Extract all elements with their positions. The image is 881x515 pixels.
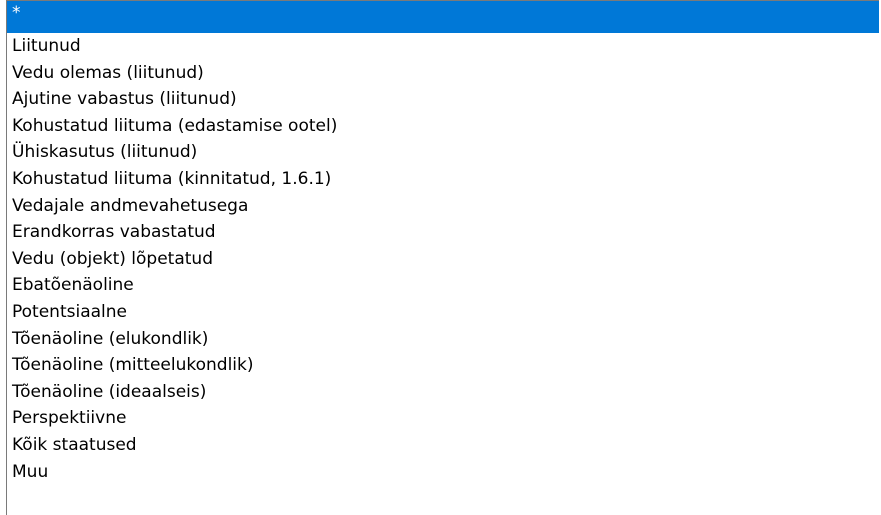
dropdown-option[interactable]: Kohustatud liituma (kinnitatud, 1.6.1) bbox=[7, 166, 879, 193]
dropdown-option[interactable]: Tõenäoline (ideaalseis) bbox=[7, 379, 879, 406]
dropdown-option[interactable]: Ebatõenäoline bbox=[7, 272, 879, 299]
dropdown-option[interactable]: Ajutine vabastus (liitunud) bbox=[7, 86, 879, 113]
dropdown-option[interactable]: Liitunud bbox=[7, 33, 879, 60]
dropdown-option[interactable]: Vedu (objekt) lõpetatud bbox=[7, 246, 879, 273]
dropdown-option[interactable]: Erandkorras vabastatud bbox=[7, 219, 879, 246]
dropdown-option[interactable]: Vedu olemas (liitunud) bbox=[7, 60, 879, 87]
dropdown-option[interactable]: Muu bbox=[7, 459, 879, 486]
dropdown-option[interactable]: Tõenäoline (mitteelukondlik) bbox=[7, 352, 879, 379]
dropdown-option[interactable]: Kõik staatused bbox=[7, 432, 879, 459]
dropdown-option-all[interactable]: * bbox=[7, 1, 879, 33]
dropdown-option[interactable]: Tõenäoline (elukondlik) bbox=[7, 326, 879, 353]
dropdown-option[interactable]: Ühiskasutus (liitunud) bbox=[7, 139, 879, 166]
dropdown-option[interactable]: Potentsiaalne bbox=[7, 299, 879, 326]
dropdown-option[interactable]: Kohustatud liituma (edastamise ootel) bbox=[7, 113, 879, 140]
dropdown-option[interactable]: Perspektiivne bbox=[7, 405, 879, 432]
dropdown-option[interactable]: Vedajale andmevahetusega bbox=[7, 193, 879, 220]
status-dropdown-list[interactable]: * Liitunud Vedu olemas (liitunud) Ajutin… bbox=[6, 0, 879, 515]
